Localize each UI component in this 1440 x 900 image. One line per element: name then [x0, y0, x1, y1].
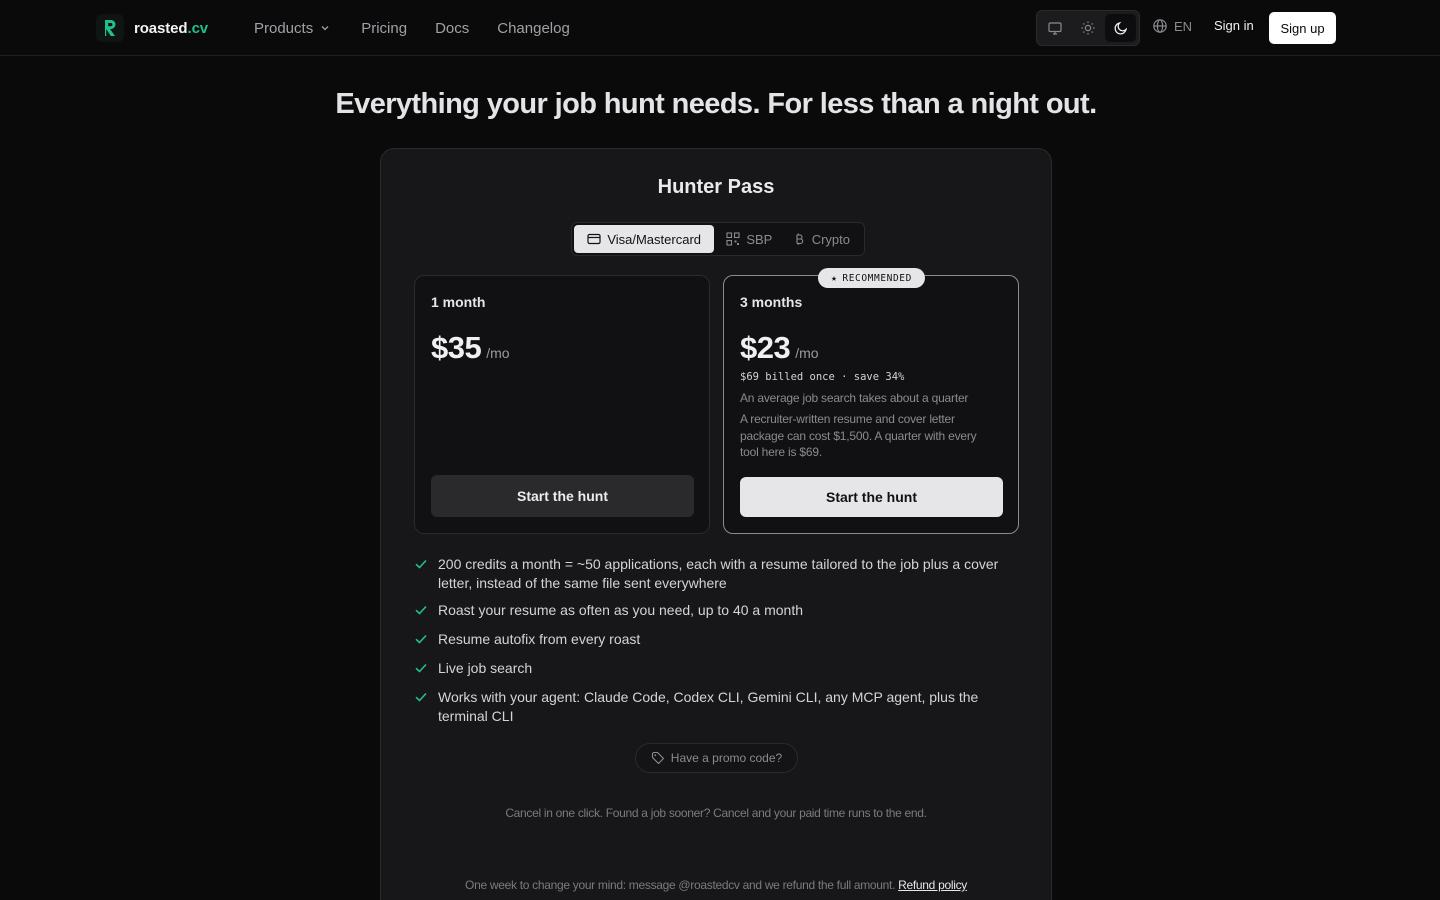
tab-sbp-label: SBP	[746, 231, 773, 247]
page-headline: Everything your job hunt needs. For less…	[335, 88, 1097, 120]
plan-1-month: 1 month $35 /mo Start the hunt	[414, 275, 710, 534]
pricing-card: Hunter Pass Visa/Mastercard SBP Crypto 1…	[380, 148, 1052, 900]
theme-light-button[interactable]	[1073, 14, 1104, 42]
plan-description: A recruiter-written resume and cover let…	[740, 412, 977, 459]
tab-crypto-label: Crypto	[811, 231, 850, 247]
start-hunt-3-months-button[interactable]: Start the hunt	[740, 477, 1003, 517]
sign-in-link[interactable]: Sign in	[1214, 18, 1254, 33]
qr-code-icon	[726, 232, 740, 246]
language-selector[interactable]: EN	[1152, 18, 1192, 34]
plan-price-period: /mo	[486, 345, 510, 361]
theme-system-button[interactable]	[1040, 14, 1071, 42]
plan-price: $23 /mo	[740, 330, 819, 366]
refund-note: One week to change your mind: message @r…	[381, 878, 1051, 892]
chevron-down-icon	[321, 26, 329, 31]
moon-icon	[1114, 21, 1127, 35]
feature-item: Roast your resume as often as you need, …	[414, 601, 1014, 622]
refund-note-text: One week to change your mind: message @r…	[465, 878, 896, 892]
feature-item: Live job search	[414, 659, 1014, 680]
refund-policy-link[interactable]: Refund policy	[898, 878, 967, 892]
credit-card-icon	[587, 233, 601, 245]
feature-text: 200 credits a month = ~50 applications, …	[438, 556, 999, 591]
feature-item: 200 credits a month = ~50 applications, …	[414, 555, 1014, 593]
plan-family-title: Hunter Pass	[657, 176, 775, 198]
brand-name: roasted.cv	[134, 19, 209, 37]
top-nav: roasted.cv Products Pricing Docs Changel…	[0, 0, 1440, 56]
check-icon	[414, 555, 428, 593]
start-hunt-1-month-button[interactable]: Start the hunt	[431, 475, 694, 517]
theme-switcher	[1036, 10, 1140, 46]
check-icon	[414, 601, 428, 622]
nav-products-label: Products	[254, 19, 314, 37]
tab-crypto[interactable]: Crypto	[780, 225, 862, 253]
promo-code-label: Have a promo code?	[670, 751, 783, 765]
tab-visa-mastercard[interactable]: Visa/Mastercard	[574, 225, 715, 253]
nav-docs[interactable]: Docs	[435, 20, 469, 37]
primary-nav: Products Pricing Docs Changelog	[254, 0, 570, 56]
feature-text: Live job search	[438, 660, 533, 676]
plan-tagline: An average job search takes about a quar…	[740, 391, 969, 405]
tag-icon	[651, 751, 664, 765]
promo-code-button[interactable]: Have a promo code?	[635, 743, 798, 773]
star-icon: ★	[831, 272, 838, 284]
sun-icon	[1081, 21, 1095, 35]
feature-list: 200 credits a month = ~50 applications, …	[414, 555, 1014, 734]
recommended-badge-label: RECOMMENDED	[842, 272, 912, 284]
cancel-note: Cancel in one click. Found a job sooner?…	[505, 806, 927, 820]
recommended-badge: ★ RECOMMENDED	[818, 268, 925, 288]
brand-logo[interactable]: roasted.cv	[96, 14, 208, 42]
nav-changelog[interactable]: Changelog	[497, 20, 570, 37]
check-icon	[414, 659, 428, 680]
feature-item: Resume autofix from every roast	[414, 630, 1014, 651]
plan-term: 3 months	[740, 294, 803, 310]
logo-icon	[96, 14, 124, 42]
plan-price-amount: $35	[431, 330, 482, 365]
nav-pricing[interactable]: Pricing	[361, 20, 407, 37]
plan-price-amount: $23	[740, 330, 791, 365]
theme-dark-button[interactable]	[1105, 14, 1137, 42]
plan-term: 1 month	[431, 294, 486, 310]
plan-billing-note: $69 billed once · save 34%	[740, 371, 905, 383]
plan-price-period: /mo	[795, 345, 819, 361]
check-icon	[414, 688, 428, 726]
feature-text: Resume autofix from every roast	[438, 631, 641, 647]
feature-item: Works with your agent: Claude Code, Code…	[414, 688, 1014, 726]
tab-visa-mastercard-label: Visa/Mastercard	[607, 231, 701, 247]
bitcoin-icon	[796, 233, 803, 245]
globe-icon	[1153, 19, 1167, 33]
plan-price: $35 /mo	[431, 330, 510, 366]
monitor-icon	[1048, 22, 1062, 35]
nav-products[interactable]: Products	[254, 20, 331, 37]
feature-text: Roast your resume as often as you need, …	[438, 602, 803, 618]
check-icon	[414, 630, 428, 651]
plan-3-months: 3 months $23 /mo $69 billed once · save …	[723, 275, 1019, 534]
payment-method-tabs: Visa/Mastercard SBP Crypto	[571, 222, 865, 256]
tab-sbp[interactable]: SBP	[714, 225, 779, 253]
language-code: EN	[1174, 18, 1193, 34]
feature-text: Works with your agent: Claude Code, Code…	[438, 689, 979, 724]
sign-up-button[interactable]: Sign up	[1269, 12, 1336, 44]
